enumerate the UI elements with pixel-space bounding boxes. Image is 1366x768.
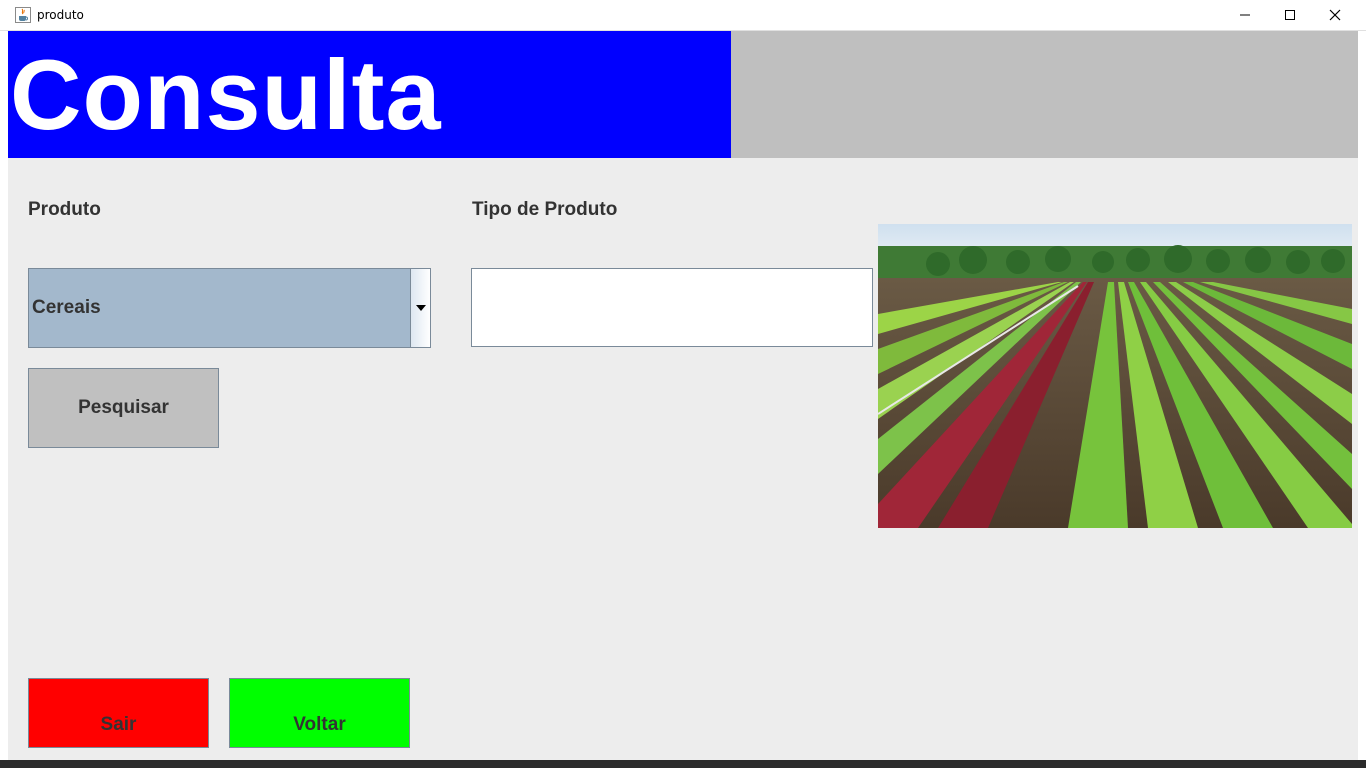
content-pane: Consulta Produto Tipo de Produto Cereais… — [8, 31, 1358, 760]
produto-label: Produto — [28, 199, 101, 220]
window-border-right — [1358, 31, 1366, 760]
vegetable-field-photo — [878, 224, 1352, 528]
tipo-produto-label: Tipo de Produto — [472, 199, 618, 220]
window-border-left — [0, 31, 8, 760]
vegetable-field-image — [878, 224, 1352, 528]
java-cup-icon — [15, 7, 31, 23]
maximize-button[interactable] — [1267, 0, 1313, 30]
title-bar: produto — [0, 0, 1366, 31]
produto-selected-value: Cereais — [32, 297, 101, 318]
close-icon — [1329, 9, 1341, 21]
produto-combobox[interactable]: Cereais — [28, 268, 431, 348]
sair-button[interactable]: Sair — [28, 678, 209, 748]
tipo-produto-field[interactable] — [471, 268, 873, 347]
pesquisar-button[interactable]: Pesquisar — [28, 368, 219, 448]
combobox-dropdown-button[interactable] — [410, 269, 430, 347]
minimize-icon — [1240, 14, 1250, 16]
header-side-panel — [731, 31, 1358, 158]
app-window: produto Consulta Produto Tipo de Produto… — [0, 0, 1366, 768]
page-title: Consulta — [10, 39, 442, 150]
maximize-icon — [1285, 10, 1295, 20]
minimize-button[interactable] — [1222, 0, 1268, 30]
taskbar-edge — [0, 760, 1366, 768]
close-button[interactable] — [1312, 0, 1358, 30]
voltar-button[interactable]: Voltar — [229, 678, 410, 748]
window-title: produto — [37, 8, 84, 22]
chevron-down-icon — [415, 305, 426, 311]
header-banner: Consulta — [8, 31, 731, 158]
